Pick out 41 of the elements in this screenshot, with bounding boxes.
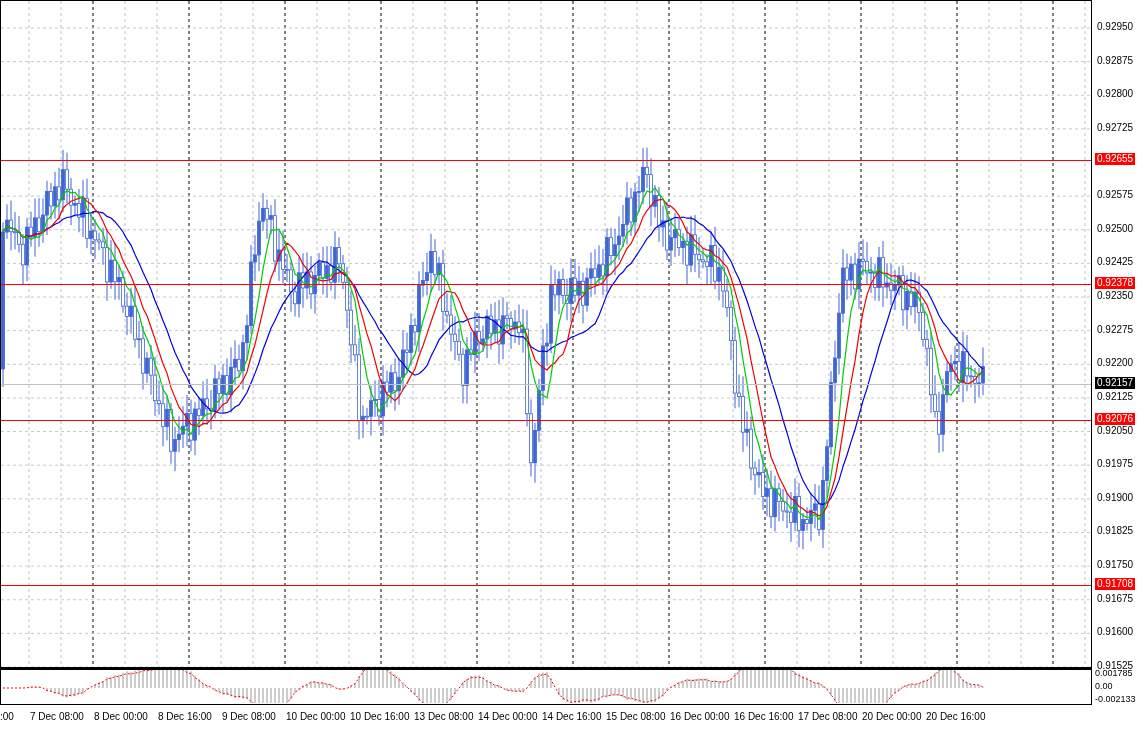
time-label: 10 Dec 16:00 (350, 710, 410, 724)
price-label: 0.92950 (1097, 21, 1134, 33)
time-label: 14 Dec 00:00 (478, 710, 538, 724)
price-label: 0.92125 (1097, 390, 1134, 403)
time-label: :00 (0, 710, 14, 724)
time-label: 8 Dec 00:00 (94, 710, 148, 724)
time-label: 16 Dec 16:00 (734, 710, 794, 724)
time-label: 15 Dec 08:00 (606, 710, 666, 724)
time-label: 10 Dec 00:00 (286, 710, 346, 724)
price-label: 0.91900 (1097, 491, 1134, 504)
price-tag: 0.92157 (1095, 376, 1136, 389)
price-label: 0.92350 (1097, 290, 1134, 303)
time-label: 20 Dec 16:00 (926, 710, 986, 724)
price-label: 0.92500 (1097, 222, 1134, 235)
price-label: 0.91600 (1097, 626, 1134, 639)
price-tag: 0.92655 (1095, 153, 1136, 166)
price-tag: 0.92378 (1095, 277, 1136, 290)
price-label: 0.91675 (1097, 592, 1134, 605)
oscillator-label: 0.00 (1095, 681, 1114, 692)
price-label: 0.92875 (1097, 54, 1134, 67)
time-label: 13 Dec 08:00 (414, 710, 474, 724)
time-label: 20 Dec 00:00 (862, 710, 922, 724)
price-label: 0.92800 (1097, 88, 1134, 101)
time-label: 17 Dec 08:00 (798, 710, 858, 724)
price-label: 0.92425 (1097, 256, 1134, 269)
price-label: 0.92275 (1097, 323, 1134, 336)
time-label: 16 Dec 00:00 (670, 710, 730, 724)
time-label: 9 Dec 08:00 (222, 710, 276, 724)
time-label: 8 Dec 16:00 (158, 710, 212, 724)
price-label: 0.92200 (1097, 357, 1134, 370)
price-label: 0.91975 (1097, 458, 1134, 471)
price-tag: 0.91708 (1095, 577, 1136, 590)
price-label: 0.91825 (1097, 525, 1134, 538)
price-label: 0.92575 (1097, 189, 1134, 202)
price-label: 0.92725 (1097, 121, 1134, 134)
time-label: 7 Dec 08:00 (30, 710, 84, 724)
price-label: 0.91750 (1097, 559, 1134, 572)
price-tag: 0.92076 (1095, 412, 1136, 425)
time-label: 14 Dec 16:00 (542, 710, 602, 724)
oscillator-label: -0.002133 (1095, 694, 1137, 705)
price-label: 0.92050 (1097, 424, 1134, 437)
